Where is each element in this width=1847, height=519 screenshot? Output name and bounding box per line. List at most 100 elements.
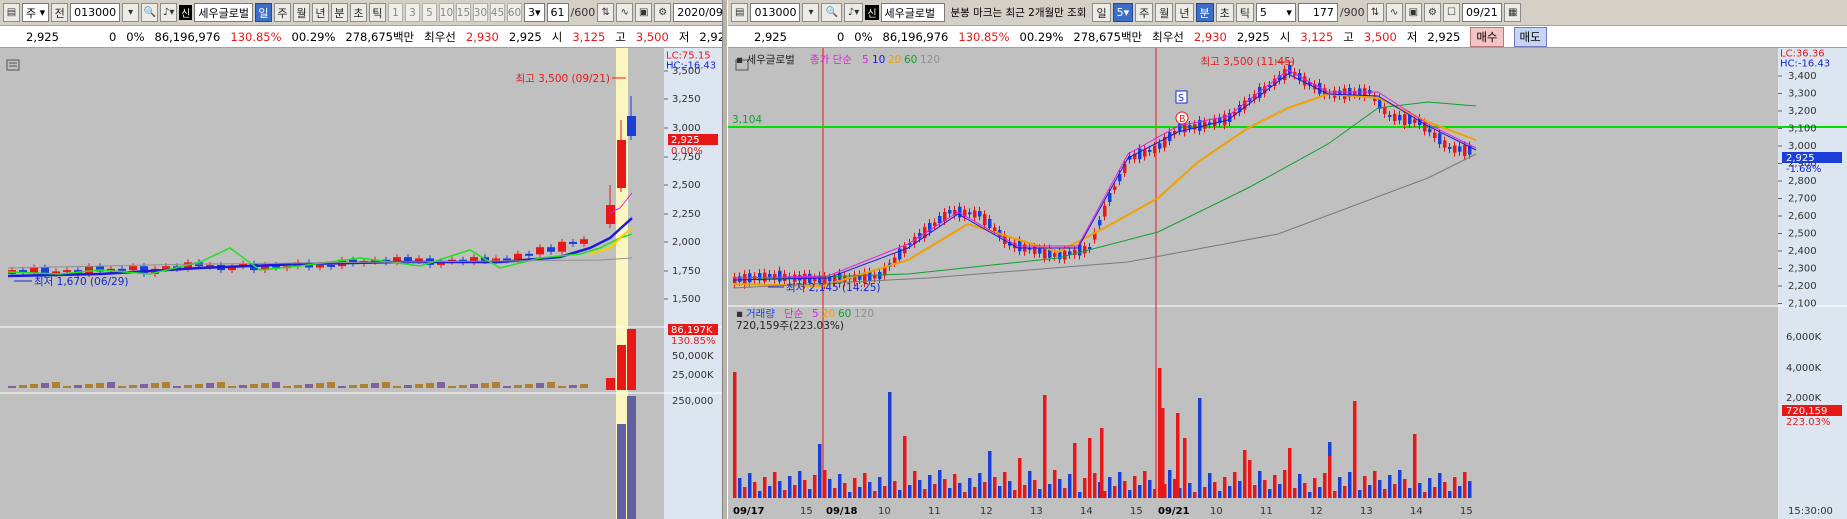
sell-signal-text: S xyxy=(1178,93,1184,104)
speaker-icon[interactable]: ♪▾ xyxy=(160,3,178,22)
count-input[interactable]: 177 xyxy=(1297,3,1338,22)
window-menu-icon[interactable]: ▤ xyxy=(731,3,749,22)
interval-3-button[interactable]: 3 xyxy=(404,3,420,22)
best-label: 최우선 xyxy=(1152,29,1184,44)
count-input[interactable]: 61 xyxy=(546,3,569,22)
draw-tool-icon[interactable]: ∿ xyxy=(1385,3,1403,22)
period-week-button[interactable]: 주 xyxy=(273,3,291,22)
code-dropdown-icon[interactable]: ▾ xyxy=(122,3,140,22)
left-high-note: 최고 3,500 (09/21) xyxy=(515,73,610,85)
period-year-button[interactable]: 년 xyxy=(1175,3,1194,22)
stock-code-input[interactable]: 013000 xyxy=(750,3,801,22)
turnover: 00.29% xyxy=(1019,29,1064,44)
interval-5-button[interactable]: 5 xyxy=(421,3,437,22)
chart-type-icon[interactable]: ⇅ xyxy=(1366,3,1384,22)
volume-bar xyxy=(580,384,588,388)
candle-body xyxy=(1103,205,1107,217)
date-checkbox[interactable]: ☐ xyxy=(1443,3,1461,22)
code-dropdown-icon[interactable]: ▾ xyxy=(802,3,820,22)
candle-body xyxy=(1453,145,1457,153)
vol-tick-2: 4,000K xyxy=(1786,363,1822,374)
volume-bar xyxy=(195,384,203,388)
all-filter-button[interactable]: 전 xyxy=(51,3,69,22)
date-input[interactable]: 2020/09/21 xyxy=(673,3,722,22)
interval-10-button[interactable]: 10 xyxy=(438,3,454,22)
search-icon[interactable]: 🔍 xyxy=(141,3,159,22)
candle-body xyxy=(938,216,942,224)
volume-bar xyxy=(151,383,159,388)
volume-bar xyxy=(788,476,792,498)
candle-body xyxy=(129,266,137,271)
candle-body xyxy=(569,241,577,244)
interval-15-button[interactable]: 15 xyxy=(455,3,471,22)
interval-1-button[interactable]: 1 xyxy=(387,3,403,22)
period-month-button[interactable]: 월 xyxy=(292,3,310,22)
candle-body xyxy=(404,257,412,261)
interval-select[interactable]: 5 ▾ xyxy=(1255,3,1296,22)
volume-bar xyxy=(973,487,977,498)
volume-bar xyxy=(773,472,777,498)
candle-body xyxy=(547,247,555,252)
volume-bar xyxy=(1193,492,1197,498)
chart-type-icon[interactable]: ⇅ xyxy=(597,3,615,22)
volume-bar xyxy=(1161,408,1165,498)
period-tick-button[interactable]: 틱 xyxy=(368,3,386,22)
day-count-select[interactable]: 5 ▾ xyxy=(1112,3,1134,22)
period-second-button[interactable]: 초 xyxy=(349,3,367,22)
interval-45-button[interactable]: 45 xyxy=(489,3,505,22)
volume-bar xyxy=(848,492,852,498)
stock-name-field[interactable]: 세우글로벌 xyxy=(880,3,945,22)
volume-bar xyxy=(437,382,445,388)
interval-select[interactable]: 3 ▾ xyxy=(523,3,545,22)
volume-bar xyxy=(1228,486,1232,498)
period-minute-button[interactable]: 분 xyxy=(330,3,348,22)
draw-tool-icon[interactable]: ∿ xyxy=(616,3,634,22)
interval-30-button[interactable]: 30 xyxy=(472,3,488,22)
volume-bar xyxy=(1188,483,1192,498)
left-daily-chart[interactable]: LC:75.15 HC:-16.43 3,5003,2503,0002,7502… xyxy=(0,48,722,519)
period-month-button[interactable]: 월 xyxy=(1155,3,1174,22)
market-select[interactable]: 주 ▾ xyxy=(22,3,50,22)
save-icon[interactable]: ▣ xyxy=(1404,3,1423,22)
date-input[interactable]: 09/21 xyxy=(1462,3,1503,22)
period-day-button[interactable]: 일 xyxy=(254,3,272,22)
save-icon[interactable]: ▣ xyxy=(635,3,653,22)
candle-body xyxy=(1383,106,1387,114)
current-price: 2,925 xyxy=(754,29,787,44)
buy-button[interactable]: 매수 xyxy=(1470,26,1504,47)
sell-button[interactable]: 매도 xyxy=(1513,26,1547,47)
volume-bar xyxy=(1213,482,1217,498)
right-price-pct: -1.68% xyxy=(1786,164,1821,175)
period-week-button[interactable]: 주 xyxy=(1135,3,1154,22)
period-year-button[interactable]: 년 xyxy=(311,3,329,22)
period-second-button[interactable]: 초 xyxy=(1215,3,1234,22)
settings-icon[interactable]: ⚙ xyxy=(1424,3,1442,22)
left-price-marker-text: 2,925 xyxy=(671,135,700,146)
x-tick-label: 14 xyxy=(1410,506,1423,517)
y-tick-label: 2,300 xyxy=(1788,264,1817,275)
period-minute-button[interactable]: 분 xyxy=(1195,3,1214,22)
period-tick-button[interactable]: 틱 xyxy=(1235,3,1254,22)
volume-bar xyxy=(558,386,566,388)
volume-bar xyxy=(1013,490,1017,498)
legend-ma5: 5 xyxy=(862,54,869,66)
window-menu-icon[interactable]: ▤ xyxy=(3,3,20,22)
candle-body xyxy=(1083,246,1087,254)
interval-60-button[interactable]: 60 xyxy=(506,3,522,22)
volume-bar xyxy=(162,382,170,388)
search-icon[interactable]: 🔍 xyxy=(821,3,842,22)
volume-bar xyxy=(140,384,148,388)
best-label: 최우선 xyxy=(424,29,456,44)
x-tick-label: 09/21 xyxy=(1158,506,1190,517)
stock-name-field[interactable]: 세우글로벌 xyxy=(194,3,253,22)
volume-bar xyxy=(316,383,324,388)
speaker-icon[interactable]: ♪▾ xyxy=(843,3,864,22)
period-day-button[interactable]: 일 xyxy=(1092,3,1111,22)
left-quote-bar: 2,925 0 0% 86,196,976 130.85% 00.29% 278… xyxy=(0,26,722,48)
calendar-icon[interactable]: ▦ xyxy=(1504,3,1522,22)
right-minute-chart[interactable]: ▪ 세우글로벌 종가 단순 5 10 20 60 120 3,104 LC:36… xyxy=(728,48,1847,519)
volume-bar xyxy=(1038,489,1042,498)
settings-icon[interactable]: ⚙ xyxy=(654,3,672,22)
candle-body xyxy=(1428,128,1432,133)
stock-code-input[interactable]: 013000 xyxy=(70,3,121,22)
